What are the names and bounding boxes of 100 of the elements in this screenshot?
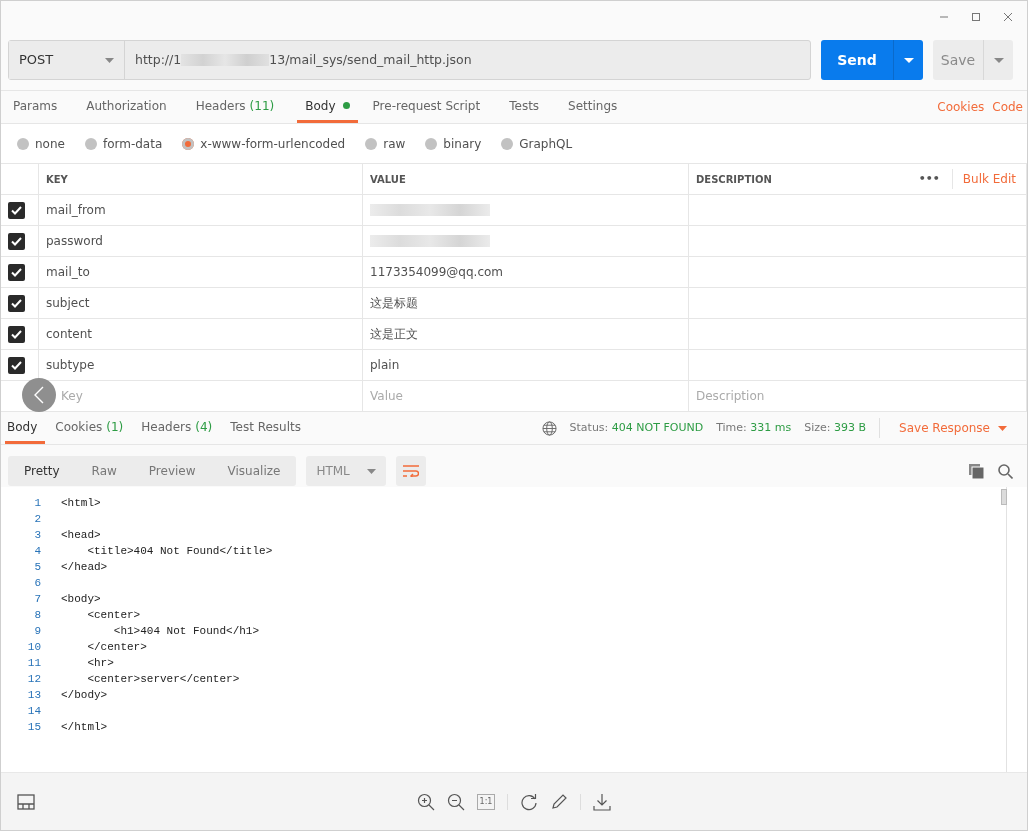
column-header: KEY (46, 172, 68, 187)
check-icon (11, 360, 22, 370)
zoom-out-icon[interactable] (447, 792, 465, 811)
tab[interactable]: Cookies (1) (53, 412, 132, 444)
line-number: 14 (26, 704, 42, 719)
more-options[interactable]: ••• (918, 170, 940, 188)
rotate-icon[interactable] (520, 792, 538, 811)
maximize-icon[interactable] (971, 11, 981, 22)
view-mode-tab[interactable]: Raw (75, 456, 133, 486)
meta-value: 393 B (834, 420, 867, 434)
bulk-edit-link[interactable]: Bulk Edit (962, 170, 1016, 188)
caret-icon (998, 425, 1007, 431)
scrollbar-thumb[interactable] (1001, 489, 1007, 505)
code-line: </center> (86, 640, 147, 655)
table-cell-text: 这是正文 (370, 326, 418, 343)
check-icon (11, 267, 22, 277)
line-number: 2 (33, 512, 42, 527)
radio-option[interactable]: none (17, 134, 65, 153)
check-icon (11, 236, 22, 246)
method-dropdown[interactable]: POST (9, 41, 125, 79)
view-mode-tab[interactable]: Visualize (211, 456, 297, 486)
save-button[interactable]: Save (933, 40, 983, 80)
code-line: <title>404 Not Found</title> (86, 544, 273, 559)
line-number: 3 (33, 528, 42, 543)
column-header: DESCRIPTION (696, 172, 772, 187)
table-cell-text: mail_to (46, 264, 90, 281)
meta-value: 331 ms (750, 420, 792, 434)
checkbox[interactable] (8, 232, 25, 250)
chevron-left-icon (34, 386, 44, 404)
table-cell-text: plain (370, 357, 400, 374)
code-line: <head> (61, 528, 101, 543)
line-number: 7 (33, 592, 42, 607)
checkbox[interactable] (8, 356, 25, 374)
globe-icon[interactable] (541, 420, 557, 436)
line-number: 10 (26, 640, 42, 655)
actual-size-button[interactable]: 1:1 (477, 793, 495, 810)
code-line: </body> (61, 688, 108, 703)
table-cell-text: subject (46, 295, 90, 312)
meta-label: Size: (804, 420, 831, 434)
tab[interactable]: Pre-request Script (366, 91, 495, 123)
code-line: <body> (61, 592, 101, 607)
format-dropdown[interactable]: HTML (306, 456, 387, 486)
code-line: <center> (86, 608, 141, 623)
link[interactable]: Cookies (937, 98, 985, 116)
line-number: 12 (26, 672, 42, 687)
checkbox[interactable] (8, 201, 25, 219)
checkbox[interactable] (8, 263, 25, 281)
checkbox[interactable] (8, 325, 25, 343)
line-number: 15 (26, 720, 42, 735)
table-cell-text: mail_from (46, 202, 106, 219)
line-number: 1 (33, 496, 42, 511)
search-icon[interactable] (998, 463, 1013, 479)
close-icon[interactable] (1003, 11, 1013, 22)
copy-icon[interactable] (969, 463, 984, 479)
code-line: <hr> (86, 656, 114, 671)
column-header: VALUE (370, 172, 406, 187)
tab[interactable]: Headers (11) (189, 91, 289, 123)
link[interactable]: Code (992, 98, 1023, 116)
checkbox[interactable] (8, 294, 25, 312)
tab[interactable]: Settings (562, 91, 632, 123)
download-icon[interactable] (593, 792, 611, 811)
tab[interactable]: Params (7, 91, 72, 123)
radio-option[interactable]: x-www-form-urlencoded (182, 134, 346, 153)
caret-icon (105, 57, 114, 63)
code-line: <h1>404 Not Found</h1> (112, 624, 260, 639)
line-number: 4 (33, 544, 42, 559)
table-cell-text: 这是标题 (370, 295, 418, 312)
pencil-icon[interactable] (550, 792, 568, 811)
tab[interactable]: Tests (503, 91, 554, 123)
caret-icon (367, 468, 377, 474)
code-line: </html> (61, 720, 108, 735)
line-number: 6 (33, 576, 42, 591)
line-number: 13 (26, 688, 42, 703)
radio-option[interactable]: binary (425, 134, 482, 153)
table-cell-text: 1173354099@qq.com (370, 264, 504, 281)
save-response-button[interactable]: Save Response (893, 418, 1013, 438)
tab[interactable]: Headers (4) (139, 412, 221, 444)
radio-option[interactable]: GraphQL (501, 134, 573, 153)
zoom-in-icon[interactable] (417, 792, 435, 811)
check-icon (11, 205, 22, 215)
send-options-button[interactable] (893, 40, 923, 80)
url-field[interactable]: http://1 13/mail_sys/send_mail_http.json (125, 41, 810, 79)
code-line: </head> (61, 560, 108, 575)
radio-option[interactable]: form-data (84, 134, 163, 153)
table-cell-text: subtype (46, 357, 95, 374)
line-number: 8 (33, 608, 42, 623)
code-line: <center>server</center> (86, 672, 240, 687)
caret-icon (903, 57, 914, 64)
wrap-icon (403, 465, 420, 477)
radio-option[interactable]: raw (365, 134, 406, 153)
tab[interactable]: Authorization (80, 91, 181, 123)
tab[interactable]: Test Results (228, 412, 309, 444)
meta-label: Status: (569, 420, 609, 434)
caret-icon (993, 57, 1004, 64)
meta-label: Time: (716, 420, 747, 434)
send-button[interactable]: Send (821, 40, 893, 80)
layout-icon[interactable] (17, 793, 35, 810)
view-mode-tab[interactable]: Preview (132, 456, 212, 486)
view-mode-tab[interactable]: Pretty (8, 456, 76, 486)
line-number: 5 (33, 560, 42, 575)
